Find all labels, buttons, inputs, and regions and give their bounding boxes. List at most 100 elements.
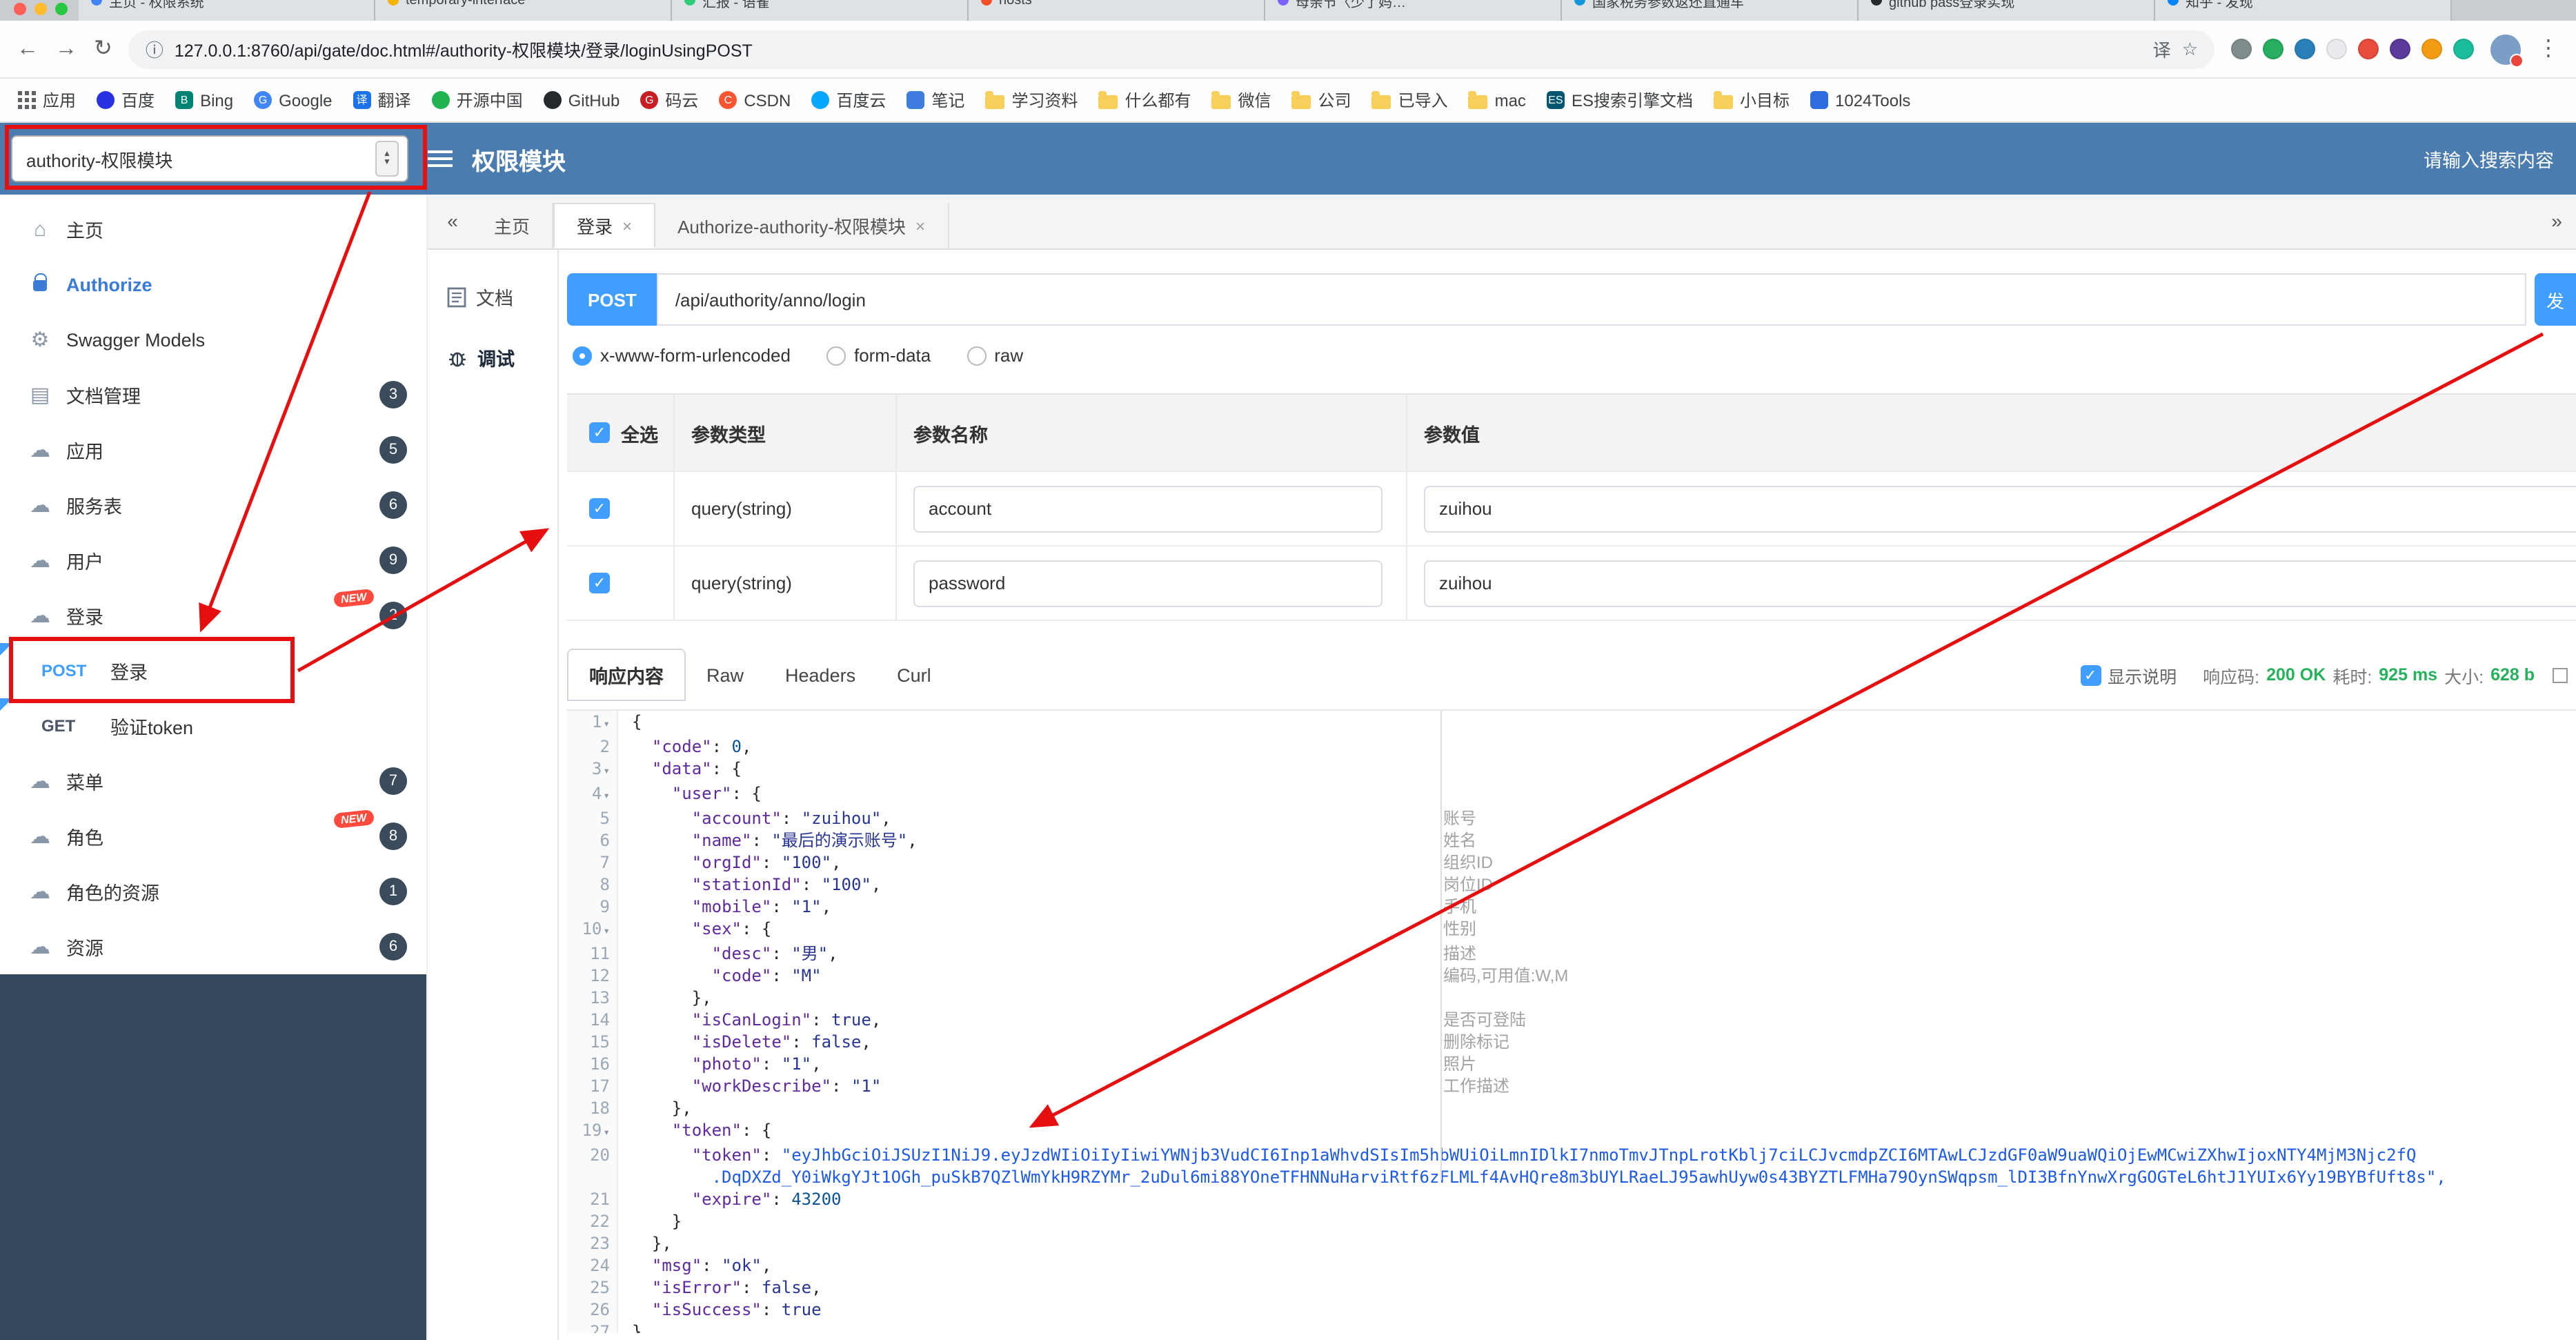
param-value-input[interactable] [1424,485,2576,532]
url-bar[interactable]: ⓘ 127.0.0.1:8760/api/gate/doc.html#/auth… [128,30,2215,68]
browser-tab[interactable]: 知乎 - 发现 [2155,0,2452,21]
row-checkbox[interactable]: ✓ [589,498,610,519]
bookmark-item[interactable]: 微信 [1211,88,1271,112]
back-icon[interactable]: ← [17,37,39,60]
sidebar-item-主页[interactable]: ⌂ 主页 [0,201,426,257]
extension-red[interactable] [2358,39,2379,59]
maximize-window-button[interactable] [55,3,68,15]
collapse-sidebar-icon[interactable]: « [433,193,472,248]
browser-tab[interactable]: 国家税务参数返还直通车 [1562,0,1859,21]
fold-toggle[interactable]: 19 ▾ [567,1119,618,1144]
extension-blue[interactable] [2295,39,2315,59]
sidebar-item-Authorize[interactable]: Authorize [0,257,426,312]
bookmark-item[interactable]: 学习资料 [985,88,1078,112]
bookmark-item[interactable]: 译翻译 [353,88,411,112]
bookmark-item[interactable]: GitHub [543,90,620,110]
info-icon[interactable]: ⓘ [146,36,164,62]
extension-pencil[interactable] [2231,39,2252,59]
tab-raw[interactable]: Raw [686,653,764,696]
param-value-input[interactable] [1424,560,2576,607]
close-tab-icon[interactable]: × [622,216,632,235]
sidebar-item-角色[interactable]: ☁ 角色 NEW 8 [0,809,426,864]
bookmark-item[interactable]: 开源中国 [431,88,523,112]
tab-headers[interactable]: Headers [764,653,876,696]
bookmark-item[interactable]: 百度云 [811,88,886,112]
minimize-window-button[interactable] [34,3,47,15]
radio-icon[interactable] [967,346,987,365]
radio-form-data[interactable]: form-data [826,345,931,366]
browser-tab[interactable]: 汇报 - 语雀 [672,0,969,21]
extension-teal[interactable] [2453,39,2474,59]
sidebar-item-Swagger Models[interactable]: ⚙ Swagger Models [0,312,426,367]
param-name-input[interactable] [913,485,1383,532]
hamburger-icon[interactable] [428,150,453,167]
header-search-input[interactable]: 请输入搜索内容 [2424,145,2554,173]
profile-avatar[interactable] [2490,34,2524,67]
sidebar-item-角色的资源[interactable]: ☁ 角色的资源 1 [0,864,426,919]
bookmark-star-icon[interactable]: ☆ [2182,38,2198,60]
doc-tab-登录[interactable]: 登录 × [553,203,656,248]
browser-menu-icon[interactable]: ⋮ [2537,37,2559,60]
browser-tab[interactable]: 主页 - 权限系统 [79,0,375,21]
extension-green[interactable] [2263,39,2283,59]
show-description-checkbox[interactable]: ✓ [2080,664,2101,685]
browser-tab[interactable]: 母亲节〈少了妈… [1265,0,1562,21]
close-window-button[interactable] [14,3,26,15]
translate-icon[interactable]: 译 [2153,36,2171,62]
sidebar-item-用户[interactable]: ☁ 用户 9 [0,533,426,588]
sidebar-item-资源[interactable]: ☁ 资源 6 [0,919,426,974]
radio-icon[interactable] [573,346,592,365]
sidebar-endpoint-get[interactable]: GET 验证token [0,698,426,753]
extension-light[interactable] [2326,39,2347,59]
response-json-viewer[interactable]: 1 ▾{2 "code": 0, 3 ▾ "data": {4 ▾ "user": {5… [567,709,2576,1333]
bookmark-item[interactable]: G Google [254,90,333,110]
request-url-input[interactable]: /api/authority/anno/login [657,273,2526,326]
select-all-checkbox[interactable]: ✓ [589,422,610,443]
tab-debug[interactable]: 调试 [428,327,557,388]
bookmark-item[interactable]: ES ES搜索引擎文档 [1546,88,1693,112]
bookmark-item[interactable]: 小目标 [1713,88,1790,112]
bookmark-item[interactable]: mac [1468,90,1526,110]
tab-overflow-icon[interactable]: » [2537,193,2576,248]
row-checkbox[interactable]: ✓ [589,573,610,593]
fold-toggle[interactable]: 1 ▾ [567,711,618,736]
reload-icon[interactable]: ↻ [94,37,112,60]
bookmark-item[interactable]: 已导入 [1371,88,1448,112]
select-stepper-icon[interactable]: ▲ ▼ [375,141,399,177]
fullscreen-icon[interactable] [2553,667,2568,682]
param-name-input[interactable] [913,560,1383,607]
bookmark-item[interactable]: 应用 [17,88,76,112]
fold-toggle[interactable]: 4 ▾ [567,782,618,807]
tab-curl[interactable]: Curl [876,653,952,696]
browser-tab[interactable]: temporary-interface [375,0,672,21]
bookmark-item[interactable]: 1024Tools [1810,90,1910,110]
fold-toggle[interactable]: 10 ▾ [567,918,618,943]
extension-purple[interactable] [2390,39,2410,59]
sidebar-item-文档管理[interactable]: ▤ 文档管理 3 [0,367,426,422]
browser-tab[interactable]: github pass登录实现 [1859,0,2155,21]
bookmark-item[interactable]: 笔记 [906,88,964,112]
tab-document[interactable]: 文档 [428,266,557,327]
window-controls[interactable] [8,0,79,21]
radio-x-www-form-urlencoded[interactable]: x-www-form-urlencoded [573,345,791,366]
bookmark-item[interactable]: B Bing [175,90,233,110]
sidebar-item-登录[interactable]: ☁ 登录 NEW 2 [0,588,426,643]
doc-tab-Authorize-authority-权限模块[interactable]: Authorize-authority-权限模块 × [655,203,949,248]
radio-icon[interactable] [826,346,846,365]
bookmark-item[interactable]: C CSDN [719,90,791,110]
doc-tab-主页[interactable]: 主页 [472,203,554,248]
radio-raw[interactable]: raw [967,345,1023,366]
bookmark-item[interactable]: 公司 [1291,88,1351,112]
forward-icon[interactable]: → [55,37,77,60]
tab-response-content[interactable]: 响应内容 [567,649,686,701]
sidebar-item-服务表[interactable]: ☁ 服务表 6 [0,477,426,533]
extension-orange[interactable] [2421,39,2442,59]
url-text[interactable]: 127.0.0.1:8760/api/gate/doc.html#/author… [175,36,2142,62]
send-button[interactable]: 发 [2535,273,2576,326]
close-tab-icon[interactable]: × [915,216,925,235]
bookmark-item[interactable]: G 码云 [640,88,698,112]
module-select[interactable]: authority-权限模块 ▲ ▼ [11,135,408,182]
bookmark-item[interactable]: 什么都有 [1098,88,1191,112]
sidebar-item-应用[interactable]: ☁ 应用 5 [0,422,426,477]
sidebar-endpoint-post[interactable]: POST 登录 [0,643,426,698]
